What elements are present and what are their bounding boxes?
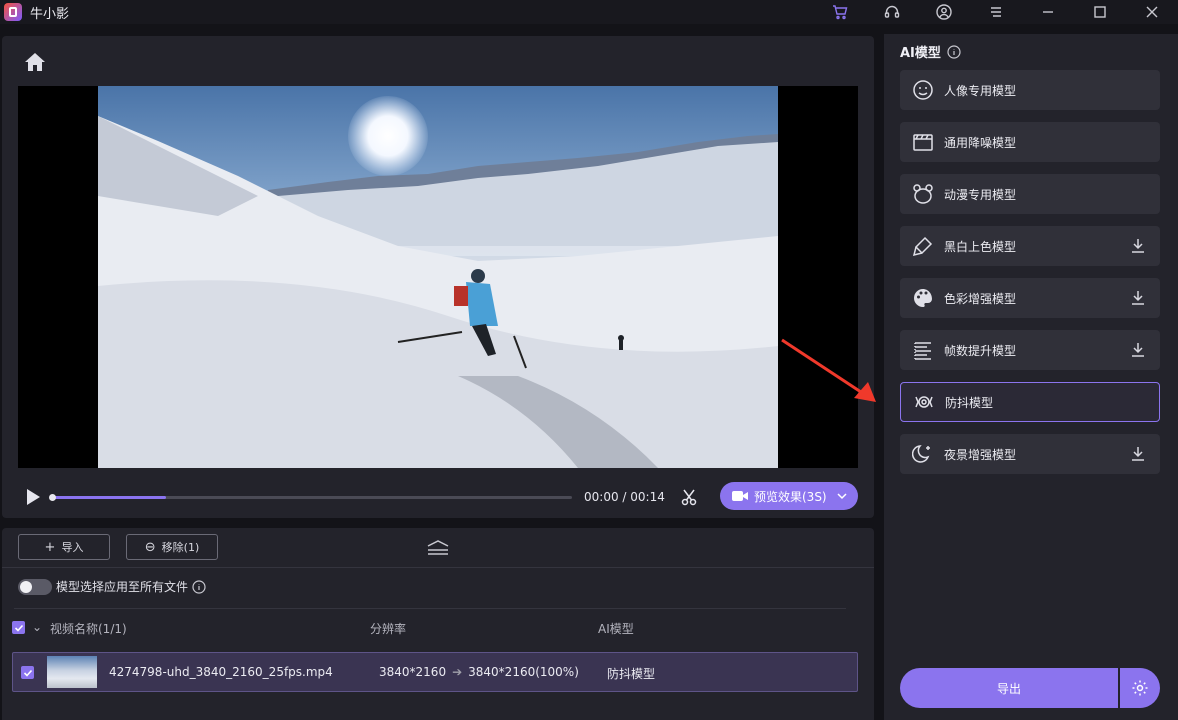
palette-icon [914, 289, 932, 307]
headset-icon[interactable] [866, 0, 918, 24]
cart-icon[interactable] [814, 0, 866, 24]
apply-all-toggle[interactable] [18, 578, 52, 595]
frames-icon [914, 342, 931, 360]
file-name: 4274798-uhd_3840_2160_25fps.mp4 [109, 665, 333, 679]
collapse-panel-icon[interactable] [426, 540, 450, 556]
preview-effect-label: 预览效果(3S) [754, 489, 827, 504]
menu-icon[interactable] [970, 0, 1022, 24]
close-icon[interactable] [1126, 0, 1178, 24]
app-logo [4, 3, 22, 21]
video-preview[interactable] [18, 86, 858, 468]
video-thumbnail [47, 656, 97, 688]
chevron-down-icon[interactable] [837, 491, 847, 501]
app-title: 牛小影 [30, 6, 70, 22]
model-night[interactable]: 夜景增强模型 [900, 434, 1160, 474]
column-header-name: 视频名称(1/1) [50, 622, 127, 636]
info-icon[interactable] [947, 44, 961, 59]
app-window: 牛小影 00:00 / 00:14 预览效果(3S) + 导入 ⊖ 移除(1) … [0, 0, 1178, 720]
list-toolbar: + 导入 ⊖ 移除(1) [2, 528, 874, 568]
download-icon[interactable] [1130, 446, 1146, 462]
download-icon[interactable] [1130, 290, 1146, 306]
import-button[interactable]: + 导入 [18, 534, 110, 560]
video-camera-icon [732, 491, 748, 501]
side-title: AI模型 [900, 42, 961, 61]
apply-all-row: 模型选择应用至所有文件 [18, 578, 206, 595]
progress-bar[interactable] [49, 494, 572, 501]
column-header-resolution: 分辨率 [370, 622, 407, 636]
moon-icon [912, 445, 930, 463]
face-icon [913, 80, 933, 100]
apply-all-label: 模型选择应用至所有文件 [56, 580, 189, 594]
gear-icon [1132, 680, 1148, 696]
remove-button[interactable]: ⊖ 移除(1) [126, 534, 218, 560]
home-icon[interactable] [24, 52, 46, 72]
sort-chevron-icon[interactable]: ⌄ [32, 620, 42, 634]
model-color-enhance[interactable]: 色彩增强模型 [900, 278, 1160, 318]
stabilize-icon [915, 396, 933, 408]
progress-fill [52, 496, 167, 499]
play-icon[interactable] [24, 488, 42, 506]
download-icon[interactable] [1130, 342, 1146, 358]
row-checkbox[interactable] [21, 666, 34, 679]
title-bar: 牛小影 [0, 0, 1178, 24]
model-portrait[interactable]: 人像专用模型 [900, 70, 1160, 110]
video-frame-image [98, 86, 778, 468]
preview-effect-button[interactable]: 预览效果(3S) [720, 482, 858, 510]
progress-knob[interactable] [49, 494, 56, 501]
export-button[interactable]: 导出 [900, 668, 1118, 708]
column-header-model: AI模型 [598, 622, 634, 636]
user-icon[interactable] [918, 0, 970, 24]
maximize-icon[interactable] [1074, 0, 1126, 24]
download-icon[interactable] [1130, 238, 1146, 254]
table-header: ⌄ 视频名称(1/1) 分辨率 AI模型 [12, 616, 858, 638]
file-list-panel: + 导入 ⊖ 移除(1) 模型选择应用至所有文件 ⌄ 视频名称(1/1) 分辨率 [2, 528, 874, 720]
select-all-checkbox[interactable] [12, 621, 25, 634]
playback-controls: 00:00 / 00:14 预览效果(3S) [18, 482, 858, 512]
scissors-icon[interactable] [680, 488, 698, 506]
table-divider [14, 608, 846, 609]
minus-circle-icon: ⊖ [144, 539, 156, 555]
model-colorize[interactable]: 黑白上色模型 [900, 226, 1160, 266]
annotation-arrow-icon [781, 338, 876, 402]
bear-icon [913, 184, 933, 204]
clapper-icon [913, 134, 933, 151]
model-cell: 防抖模型 [607, 667, 656, 681]
export-settings-button[interactable] [1120, 668, 1160, 708]
time-display: 00:00 / 00:14 [584, 490, 665, 504]
model-frame-rate[interactable]: 帧数提升模型 [900, 330, 1160, 370]
info-icon[interactable] [192, 579, 206, 594]
player-panel: 00:00 / 00:14 预览效果(3S) [2, 36, 874, 518]
plus-icon: + [44, 539, 56, 555]
ai-model-panel: AI模型 人像专用模型 通用降噪模型 动漫专用模型 黑白上色模型 色彩增强模型 [884, 34, 1178, 720]
brush-icon [912, 236, 933, 257]
arrow-right-icon: ➔ [452, 665, 463, 679]
model-anime[interactable]: 动漫专用模型 [900, 174, 1160, 214]
minimize-icon[interactable] [1022, 0, 1074, 24]
resolution-cell: 3840*2160 ➔ 3840*2160(100%) [379, 665, 579, 679]
model-stabilize[interactable]: 防抖模型 [900, 382, 1160, 422]
table-row[interactable]: 4274798-uhd_3840_2160_25fps.mp4 3840*216… [12, 652, 858, 692]
model-denoise[interactable]: 通用降噪模型 [900, 122, 1160, 162]
